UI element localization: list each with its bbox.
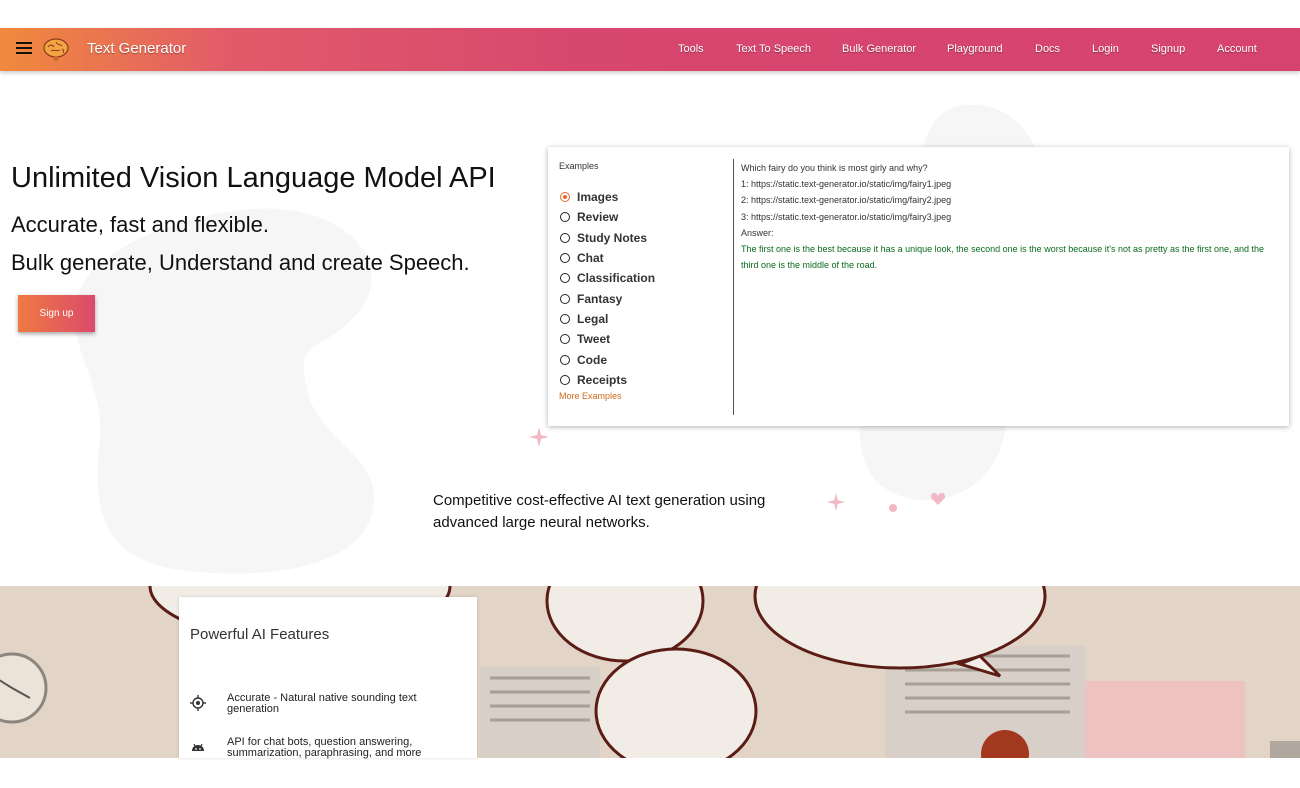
example-option-review[interactable]: Review bbox=[560, 207, 655, 227]
top-navbar: Text Generator Tools Text To Speech Bulk… bbox=[0, 28, 1300, 71]
nav-link-playground[interactable]: Playground bbox=[947, 43, 1003, 55]
nav-link-login[interactable]: Login bbox=[1092, 43, 1119, 55]
page: Text Generator Tools Text To Speech Bulk… bbox=[0, 0, 1300, 788]
features-title: Powerful AI Features bbox=[190, 626, 330, 643]
example-option-study-notes[interactable]: Study Notes bbox=[560, 228, 655, 248]
examples-radio-group: Images Review Study Notes Chat Classific… bbox=[560, 187, 655, 390]
vertical-divider bbox=[733, 159, 734, 415]
example-option-fantasy[interactable]: Fantasy bbox=[560, 288, 655, 308]
example-option-tweet[interactable]: Tweet bbox=[560, 329, 655, 349]
tagline: Competitive cost-effective AI text gener… bbox=[433, 492, 766, 531]
more-examples-link[interactable]: More Examples bbox=[559, 391, 622, 401]
pink-dot-decoration bbox=[889, 504, 897, 512]
radio-icon bbox=[560, 212, 570, 223]
example-option-code[interactable]: Code bbox=[560, 349, 655, 369]
nav-link-bulk-generator[interactable]: Bulk Generator bbox=[842, 43, 916, 55]
hero-subtitle: Accurate, fast and flexible. bbox=[11, 212, 270, 237]
example-option-chat[interactable]: Chat bbox=[560, 248, 655, 268]
feature-item: Accurate - Natural native sounding text … bbox=[190, 693, 470, 715]
examples-label: Examples bbox=[559, 161, 599, 171]
prompt-line: Which fairy do you think is most girly a… bbox=[741, 163, 928, 173]
prompt-line: 3: https://static.text-generator.io/stat… bbox=[741, 211, 952, 222]
radio-icon bbox=[560, 354, 570, 365]
generated-answer: The first one is the best because it has… bbox=[741, 244, 1265, 271]
radio-icon bbox=[560, 313, 570, 324]
hero-title: Unlimited Vision Language Model API bbox=[11, 162, 496, 194]
feature-item: API for chat bots, question answering, s… bbox=[190, 737, 470, 759]
radio-icon bbox=[560, 273, 570, 284]
prompt-line: 1: https://static.text-generator.io/stat… bbox=[741, 179, 952, 190]
radio-icon bbox=[560, 334, 570, 345]
example-option-legal[interactable]: Legal bbox=[560, 309, 655, 329]
nav-link-account[interactable]: Account bbox=[1217, 43, 1257, 55]
pink-sparkle-decoration bbox=[826, 492, 846, 512]
prompt-line: 2: https://static.text-generator.io/stat… bbox=[741, 195, 952, 206]
hamburger-menu-icon[interactable] bbox=[16, 42, 32, 56]
example-option-classification[interactable]: Classification bbox=[560, 268, 655, 288]
feature-text: Accurate - Natural native sounding text … bbox=[227, 692, 417, 715]
radio-icon bbox=[560, 253, 570, 264]
nav-link-signup[interactable]: Signup bbox=[1151, 43, 1185, 55]
radio-icon bbox=[560, 293, 570, 304]
nav-link-tools[interactable]: Tools bbox=[678, 43, 704, 55]
nav-link-docs[interactable]: Docs bbox=[1035, 43, 1060, 55]
features-card: Powerful AI Features Accurate - Natural … bbox=[179, 597, 477, 759]
nav-link-text-to-speech[interactable]: Text To Speech bbox=[736, 43, 811, 55]
examples-card: Examples Images Review Study Notes Chat … bbox=[548, 147, 1289, 426]
pink-sparkle-decoration bbox=[529, 427, 549, 447]
signup-button[interactable]: Sign up bbox=[18, 295, 95, 332]
hero-subtitle: Bulk generate, Understand and create Spe… bbox=[11, 250, 470, 275]
example-option-images[interactable]: Images bbox=[560, 187, 655, 207]
radio-icon bbox=[560, 374, 570, 385]
prompt-line: Answer: bbox=[741, 227, 774, 238]
radio-icon bbox=[560, 232, 570, 243]
feature-text: API for chat bots, question answering, s… bbox=[227, 736, 422, 759]
example-prompt-output[interactable]: Which fairy do you think is most girly a… bbox=[741, 160, 1281, 273]
crosshair-icon bbox=[190, 695, 206, 711]
brand-name[interactable]: Text Generator bbox=[87, 40, 186, 57]
brain-logo-icon[interactable] bbox=[42, 35, 70, 63]
android-icon bbox=[192, 743, 204, 751]
pink-heart-decoration bbox=[930, 493, 946, 505]
example-option-receipts[interactable]: Receipts bbox=[560, 370, 655, 390]
radio-selected-icon bbox=[560, 192, 570, 203]
